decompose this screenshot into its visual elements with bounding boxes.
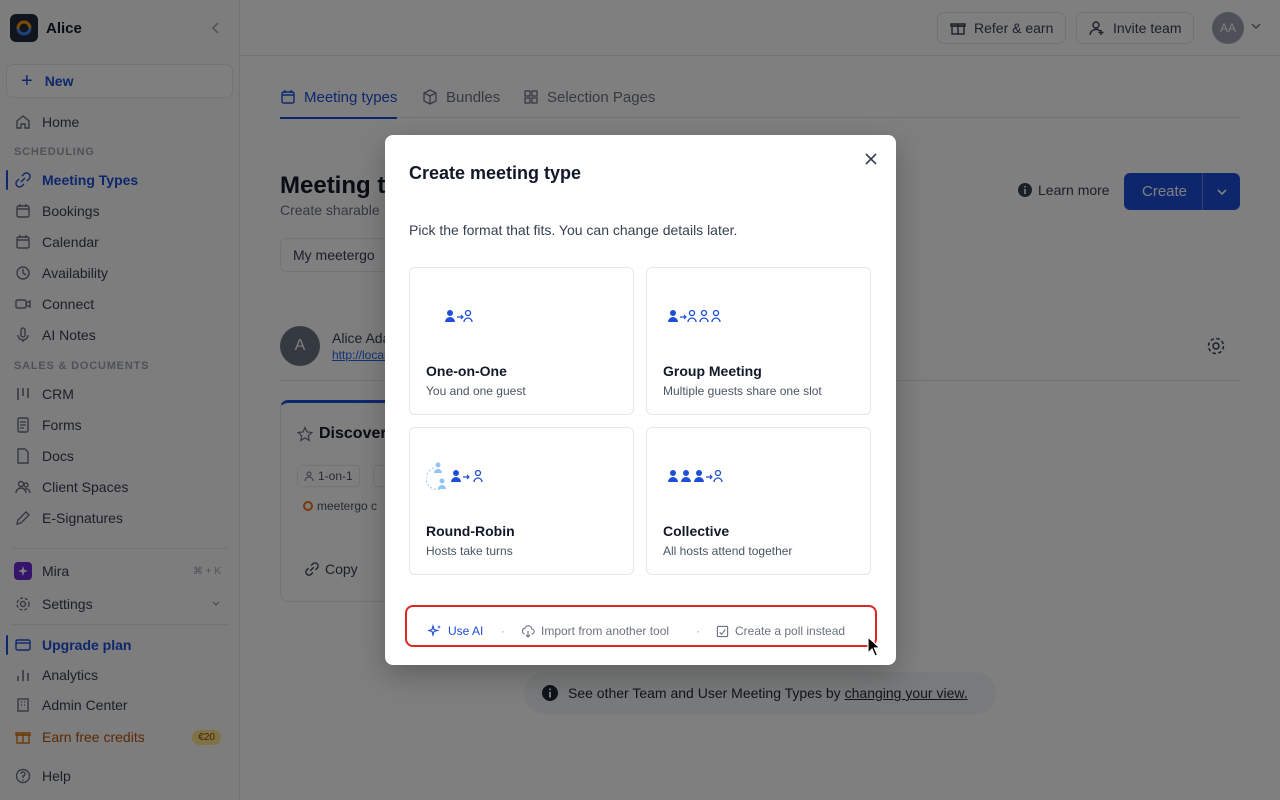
import-label: Import from another tool: [541, 624, 670, 638]
use-ai-button[interactable]: Use AI: [428, 624, 483, 638]
option-collective[interactable]: Collective All hosts attend together: [646, 427, 871, 575]
dialog-title: Create meeting type: [409, 163, 582, 183]
option-description: Hosts take turns: [426, 544, 513, 558]
one-on-one-icon: [426, 298, 486, 334]
create-poll-button[interactable]: Create a poll instead: [716, 624, 845, 638]
option-title: One-on-One: [426, 363, 507, 379]
collective-icon: [663, 458, 733, 494]
option-round-robin[interactable]: Round-Robin Hosts take turns: [409, 427, 634, 575]
round-robin-icon: [426, 458, 496, 494]
group-meeting-icon: [663, 298, 743, 334]
poll-icon: [716, 625, 729, 638]
create-meeting-type-dialog: Create meeting type Pick the format that…: [385, 135, 896, 665]
separator: ·: [696, 624, 700, 638]
option-title: Group Meeting: [663, 363, 762, 379]
cloud-download-icon: [521, 624, 535, 638]
create-poll-label: Create a poll instead: [735, 624, 846, 638]
use-ai-label: Use AI: [448, 624, 484, 638]
mouse-cursor-icon: [867, 636, 883, 658]
option-title: Collective: [663, 523, 730, 539]
option-title: Round-Robin: [426, 523, 515, 539]
close-icon[interactable]: [863, 151, 879, 167]
separator: ·: [501, 624, 505, 638]
import-button[interactable]: Import from another tool: [521, 624, 669, 638]
sparkles-icon: [428, 624, 442, 638]
dialog-subtitle: Pick the format that fits. You can chang…: [409, 222, 738, 238]
option-description: Multiple guests share one slot: [663, 384, 822, 398]
option-description: All hosts attend together: [663, 544, 793, 558]
option-group-meeting[interactable]: Group Meeting Multiple guests share one …: [646, 267, 871, 415]
option-description: You and one guest: [426, 384, 526, 398]
option-one-on-one[interactable]: One-on-One You and one guest: [409, 267, 634, 415]
